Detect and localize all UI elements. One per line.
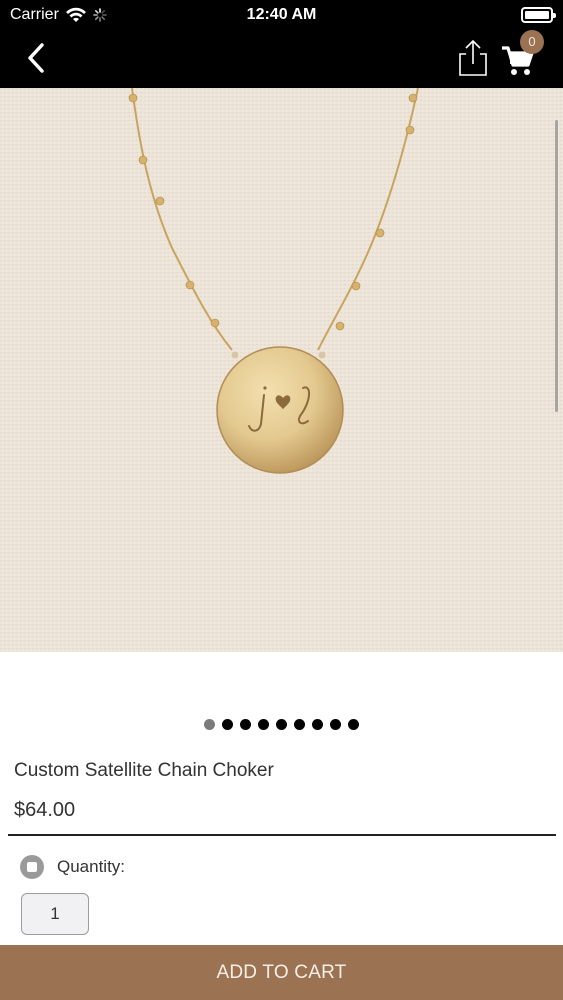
page-dot-8[interactable] bbox=[330, 719, 341, 730]
share-button[interactable] bbox=[456, 38, 490, 78]
divider bbox=[8, 834, 556, 836]
add-to-cart-button[interactable]: ADD TO CART bbox=[0, 945, 563, 1000]
quantity-info-icon bbox=[20, 855, 44, 879]
page-dot-9[interactable] bbox=[348, 719, 359, 730]
page-dot-3[interactable] bbox=[240, 719, 251, 730]
chevron-left-icon bbox=[28, 43, 44, 73]
page-dot-2[interactable] bbox=[222, 719, 233, 730]
status-bar: Carrier 12:40 AM bbox=[0, 0, 563, 30]
page-dot-1[interactable] bbox=[204, 719, 215, 730]
battery-icon bbox=[521, 7, 556, 23]
nav-bar: 0 bbox=[0, 30, 563, 88]
page-dot-7[interactable] bbox=[312, 719, 323, 730]
quantity-label: Quantity: bbox=[57, 857, 126, 876]
image-page-indicator[interactable] bbox=[0, 719, 563, 733]
page-dot-4[interactable] bbox=[258, 719, 269, 730]
cart-button[interactable]: 0 bbox=[500, 30, 546, 82]
quantity-input[interactable] bbox=[21, 893, 89, 935]
status-time: 12:40 AM bbox=[246, 6, 317, 23]
necklace-photo bbox=[0, 88, 563, 652]
page-dot-5[interactable] bbox=[276, 719, 287, 730]
cart-count-badge: 0 bbox=[520, 30, 544, 54]
image-scroll-indicator bbox=[555, 120, 558, 412]
product-price: $64.00 bbox=[14, 799, 76, 821]
back-button[interactable] bbox=[20, 40, 56, 76]
page-dot-6[interactable] bbox=[294, 719, 305, 730]
share-icon bbox=[459, 39, 487, 76]
product-title: Custom Satellite Chain Choker bbox=[14, 760, 274, 781]
product-image[interactable] bbox=[0, 88, 563, 652]
